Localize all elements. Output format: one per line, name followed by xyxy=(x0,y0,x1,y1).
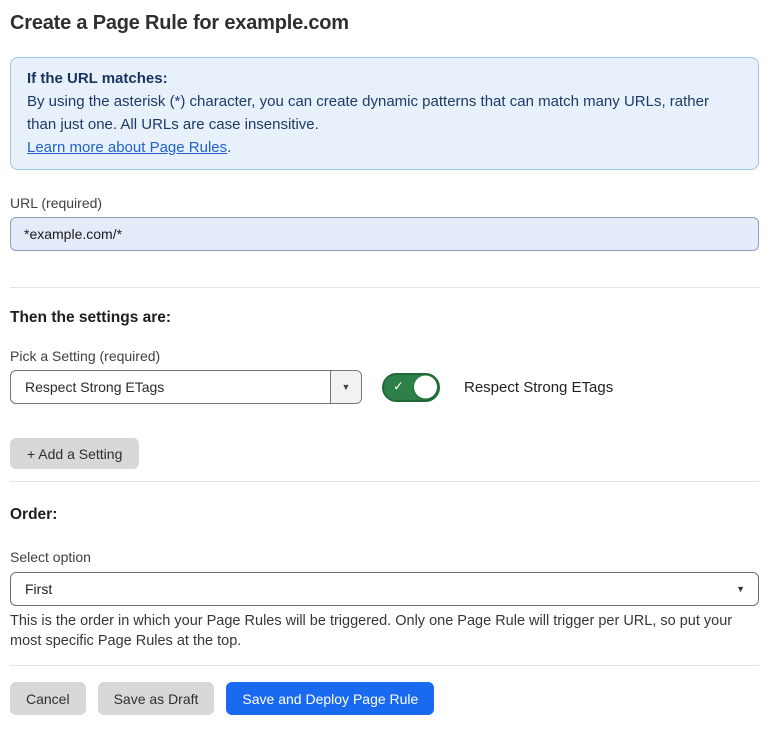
learn-more-link[interactable]: Learn more about Page Rules xyxy=(27,139,227,156)
info-box-heading: If the URL matches: xyxy=(27,67,742,90)
order-select-value: First xyxy=(25,581,52,597)
setting-picker-label: Pick a Setting (required) xyxy=(10,348,759,365)
url-field-label: URL (required) xyxy=(10,195,759,212)
caret-down-icon: ▼ xyxy=(736,584,745,594)
url-input[interactable] xyxy=(10,217,759,251)
link-suffix: . xyxy=(227,139,231,156)
divider xyxy=(10,287,759,288)
save-as-draft-button[interactable]: Save as Draft xyxy=(98,682,215,715)
toggle-knob xyxy=(414,376,437,399)
divider xyxy=(10,481,759,482)
cancel-button[interactable]: Cancel xyxy=(10,682,86,715)
setting-dropdown-value: Respect Strong ETags xyxy=(11,371,330,403)
order-select-label: Select option xyxy=(10,549,759,566)
setting-toggle-label: Respect Strong ETags xyxy=(464,379,613,396)
order-section-heading: Order: xyxy=(10,505,759,524)
add-setting-button[interactable]: + Add a Setting xyxy=(10,438,139,469)
page-title: Create a Page Rule for example.com xyxy=(10,11,759,36)
order-help-text: This is the order in which your Page Rul… xyxy=(10,611,759,651)
settings-section-heading: Then the settings are: xyxy=(10,308,759,327)
check-icon: ✓ xyxy=(393,379,404,395)
divider xyxy=(10,665,759,666)
caret-down-icon[interactable]: ▼ xyxy=(330,371,361,403)
info-box-link-line: Learn more about Page Rules. xyxy=(27,136,742,159)
footer-buttons: Cancel Save as Draft Save and Deploy Pag… xyxy=(10,682,759,715)
setting-dropdown[interactable]: Respect Strong ETags ▼ xyxy=(10,370,362,404)
save-and-deploy-button[interactable]: Save and Deploy Page Rule xyxy=(226,682,434,715)
setting-toggle[interactable]: ✓ xyxy=(382,373,440,402)
order-select[interactable]: First ▼ xyxy=(10,572,759,606)
info-box-body: By using the asterisk (*) character, you… xyxy=(27,90,742,136)
setting-row: Respect Strong ETags ▼ ✓ Respect Strong … xyxy=(10,370,759,404)
url-match-info-box: If the URL matches: By using the asteris… xyxy=(10,57,759,170)
